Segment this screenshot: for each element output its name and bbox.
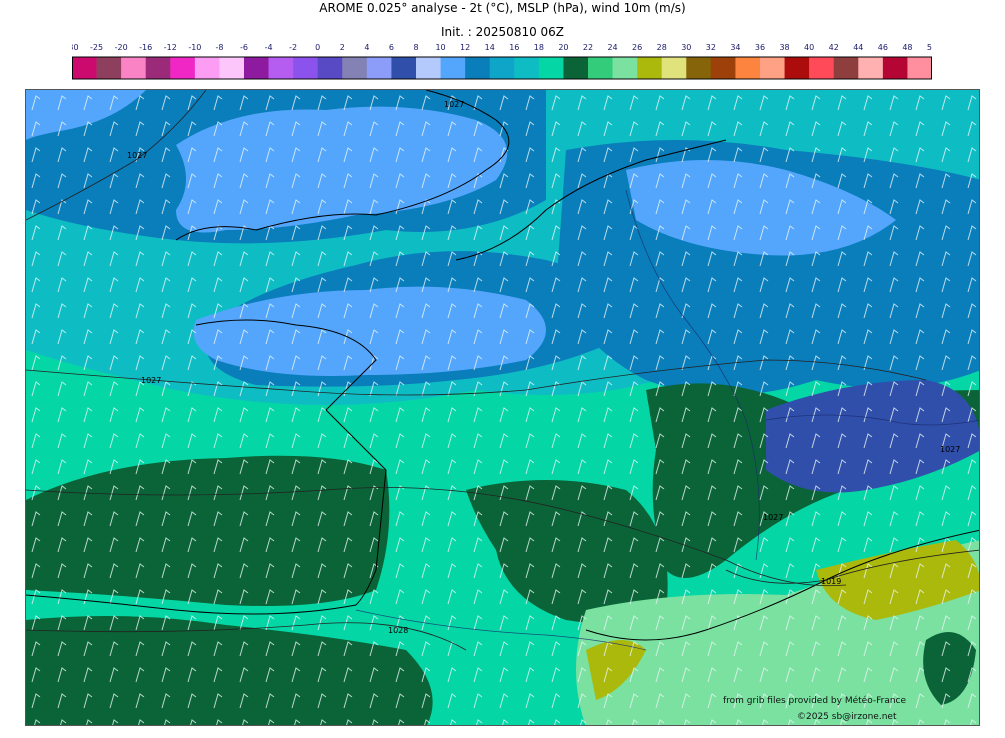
colorbar-tick-label: 28 [657,43,667,52]
colorbar-swatch [72,57,97,79]
colorbar-swatch [489,57,515,79]
colorbar-tick-label: 50 [927,43,932,52]
isobar-label: 1019 [821,577,841,586]
colorbar-tick-label: 36 [755,43,765,52]
colorbar-swatch [145,57,171,79]
colorbar-swatch [710,57,736,79]
colorbar-tick-label: -25 [90,43,103,52]
colorbar-swatch [882,57,908,79]
colorbar-tick-label: 6 [389,43,394,52]
colorbar-swatch [317,57,343,79]
colorbar-swatch [342,57,368,79]
map-canvas: 1027 1027 1027 1028 1027 1027 1019 [26,90,979,725]
colorbar-swatch [514,57,540,79]
weather-map: 1027 1027 1027 1028 1027 1027 1019 [25,89,980,726]
colorbar-tick-label: 22 [583,43,593,52]
colorbar-tick-label: 16 [509,43,519,52]
colorbar-tick-label: -6 [240,43,248,52]
isobar-label: 1027 [763,513,783,522]
colorbar-swatch [293,57,319,79]
colorbar-swatch [686,57,712,79]
temperature-colorbar: -30-25-20-16-12-10-8-6-4-202468101214161… [72,43,932,80]
colorbar-tick-label: -10 [188,43,201,52]
colorbar-tick-label: 44 [853,43,863,52]
colorbar-swatch [268,57,294,79]
colorbar-swatch [907,57,932,79]
colorbar-swatch [194,57,220,79]
colorbar-tick-label: 42 [829,43,839,52]
colorbar-tick-label: 30 [681,43,691,52]
colorbar-swatch [465,57,491,79]
source-credit: from grib files provided by Météo-France [723,696,907,706]
colorbar-tick-label: 32 [706,43,716,52]
colorbar-tick-label: -8 [215,43,223,52]
isobar-label: 1027 [127,151,147,160]
init-time: Init. : 20250810 06Z [440,25,565,39]
colorbar-tick-label: 18 [534,43,544,52]
colorbar-swatch [219,57,245,79]
colorbar-swatch [858,57,884,79]
wind-barbs [26,90,979,725]
colorbar-swatch [588,57,613,79]
colorbar-swatch [833,57,859,79]
colorbar-tick-label: 8 [413,43,418,52]
colorbar-swatch [661,57,687,79]
colorbar-tick-label: 24 [607,43,617,52]
colorbar-tick-label: 12 [460,43,470,52]
colorbar-tick-label: 10 [435,43,445,52]
colorbar-swatch [612,57,638,79]
colorbar-tick-label: 2 [340,43,345,52]
colorbar-swatch [244,57,269,79]
colorbar-swatch [784,57,810,79]
colorbar-swatch [809,57,835,79]
colorbar-tick-label: 20 [558,43,568,52]
colorbar-swatch [391,57,417,79]
colorbar-tick-label: -20 [115,43,128,52]
colorbar-swatch [366,57,392,79]
colorbar-swatch [416,57,441,79]
colorbar-swatch [760,57,785,79]
colorbar-swatch [563,57,589,79]
colorbar-tick-label: 26 [632,43,642,52]
colorbar-tick-label: -4 [265,43,273,52]
colorbar-tick-label: -12 [164,43,177,52]
isobar-label: 1027 [141,376,161,385]
colorbar-tick-label: 4 [364,43,369,52]
colorbar-tick-label: 46 [878,43,888,52]
isobar-label: 1027 [940,445,960,454]
colorbar-tick-label: 38 [779,43,789,52]
colorbar-tick-label: 48 [902,43,912,52]
colorbar-swatch [170,57,196,79]
colorbar-swatch [538,57,564,79]
map-title: AROME 0.025° analyse - 2t (°C), MSLP (hP… [319,1,686,15]
colorbar-swatch [121,57,147,79]
colorbar-swatch [735,57,761,79]
colorbar-swatch [96,57,122,79]
colorbar-tick-label: -30 [72,43,79,52]
colorbar-tick-label: -2 [289,43,297,52]
colorbar-swatch [637,57,663,79]
colorbar-tick-label: 40 [804,43,814,52]
colorbar-tick-label: 34 [730,43,740,52]
isobar-label: 1027 [444,100,464,109]
colorbar-tick-label: -16 [139,43,152,52]
isobar-label: 1028 [388,626,408,635]
copyright-credit: ©2025 sb@irzone.net [797,712,897,722]
colorbar-tick-label: 14 [485,43,495,52]
colorbar-tick-label: 0 [315,43,320,52]
colorbar-swatch [440,57,466,79]
